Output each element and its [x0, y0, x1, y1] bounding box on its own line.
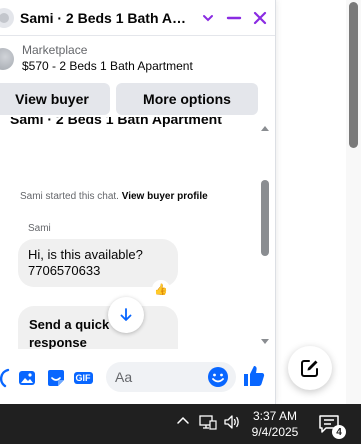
listing-info[interactable]: Marketplace $570 - 2 Beds 1 Bath Apartme… — [0, 37, 275, 81]
view-buyer-profile-link[interactable]: View buyer profile — [122, 191, 208, 202]
listing-name: $570 - 2 Beds 1 Bath Apartment — [22, 59, 193, 73]
network-icon[interactable] — [199, 414, 217, 430]
chat-header: Sami · 2 Beds 1 Bath Apartment — [0, 0, 275, 36]
taskbar-clock[interactable]: 3:37 AM 9/4/2025 — [244, 408, 306, 440]
chat-started-text: Sami started this chat. — [20, 191, 119, 202]
message-scrollbar[interactable] — [260, 124, 270, 348]
chevron-up-icon[interactable] — [176, 414, 190, 428]
volume-icon[interactable] — [223, 414, 241, 430]
arrow-down-icon — [120, 308, 132, 321]
like-icon[interactable] — [242, 364, 268, 390]
conversation-title: Sami · 2 Beds 1 Bath Apartment — [10, 117, 222, 127]
clock-date: 9/4/2025 — [251, 425, 299, 439]
page-scrollbar[interactable] — [346, 0, 361, 404]
avatar[interactable] — [0, 7, 14, 28]
listing-text: Marketplace $570 - 2 Beds 1 Bath Apartme… — [22, 43, 193, 75]
quick-response-card[interactable]: Send a quick response — [18, 306, 178, 349]
notification-count-badge: 4 — [332, 425, 346, 439]
compose-icon — [301, 360, 318, 377]
close-icon[interactable] — [249, 7, 271, 29]
notification-icon[interactable]: 4 — [318, 414, 346, 439]
chat-window: Sami · 2 Beds 1 Bath Apartment Marketpla… — [0, 0, 276, 404]
message-list: Sami · 2 Beds 1 Bath Apartment Sami star… — [0, 117, 275, 349]
photo-icon[interactable] — [16, 367, 38, 389]
listing-label: Marketplace — [22, 43, 88, 57]
scroll-up-arrow-icon[interactable] — [261, 126, 269, 131]
message-composer: GIF — [0, 356, 275, 400]
listing-thumbnail — [0, 48, 14, 70]
page-scrollbar-thumb[interactable] — [349, 2, 358, 148]
emoji-icon[interactable] — [207, 366, 229, 388]
more-actions-icon[interactable] — [0, 367, 14, 389]
sender-name: Sami — [28, 223, 51, 234]
new-message-button[interactable] — [288, 346, 332, 390]
gif-icon[interactable]: GIF — [72, 367, 94, 389]
gif-label: GIF — [73, 372, 93, 384]
chat-title[interactable]: Sami · 2 Beds 1 Bath Apartment — [20, 10, 192, 26]
chat-started-notice: Sami started this chat. View buyer profi… — [20, 191, 208, 202]
message-line: 7706570633 — [28, 263, 101, 278]
scrollbar-thumb[interactable] — [261, 180, 269, 256]
message-line: Hi, is this available? — [28, 247, 143, 262]
taskbar: 3:37 AM 9/4/2025 4 — [0, 404, 361, 444]
scroll-to-bottom-button[interactable] — [108, 297, 144, 333]
clock-time: 3:37 AM — [252, 409, 298, 423]
minimize-icon[interactable] — [223, 7, 245, 29]
scroll-down-arrow-icon[interactable] — [261, 339, 269, 344]
sticker-icon[interactable] — [45, 367, 67, 389]
view-buyer-button[interactable]: View buyer — [0, 83, 110, 115]
more-options-button[interactable]: More options — [116, 83, 258, 115]
header-controls — [197, 7, 271, 29]
listing-actions: View buyer More options — [0, 83, 275, 115]
chevron-down-icon[interactable] — [197, 7, 219, 29]
reaction-badge[interactable]: 👍 — [152, 280, 170, 298]
message-bubble[interactable]: Hi, is this available? 7706570633 — [18, 239, 178, 287]
